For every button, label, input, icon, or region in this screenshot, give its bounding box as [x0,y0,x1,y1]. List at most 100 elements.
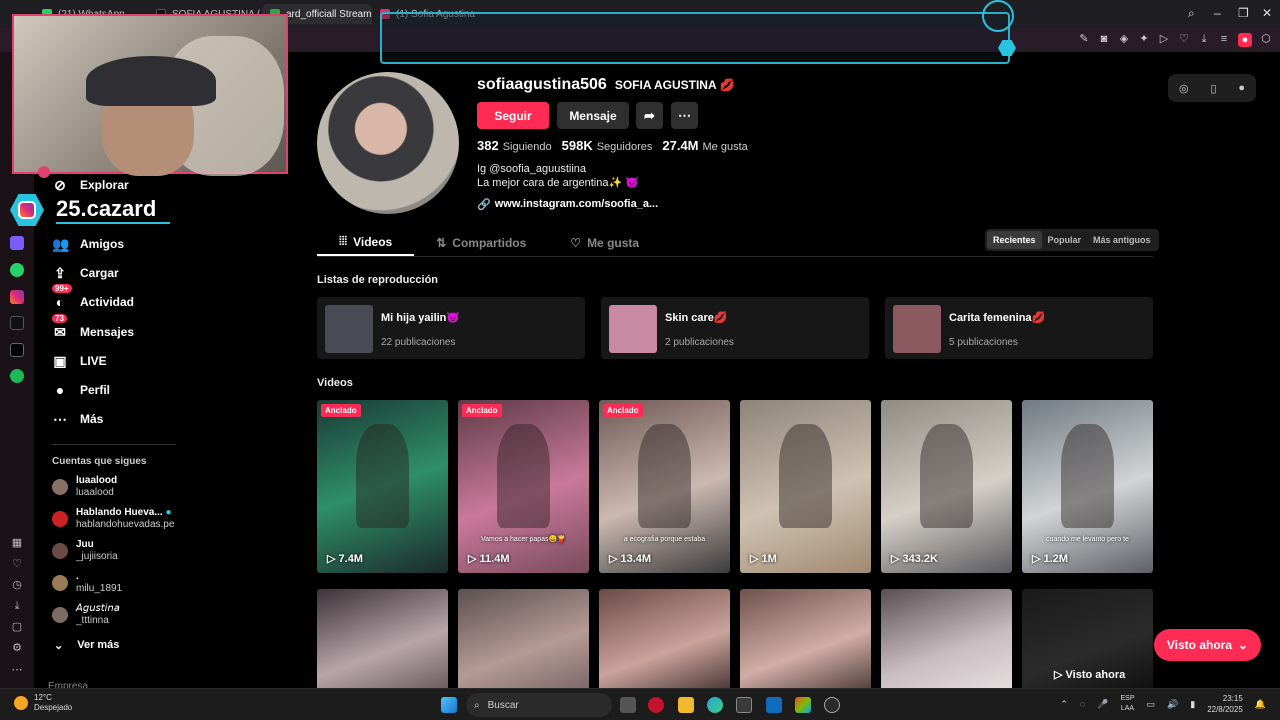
following-item[interactable]: . milu_1891 [52,571,122,595]
language-indicator[interactable]: ESP LAA [1120,694,1134,714]
history-icon[interactable]: ◷ [11,579,23,591]
chevron-up-icon[interactable]: ⌃ [1060,699,1068,710]
tab-videos[interactable]: ⦙⦙⦙ Videos [317,229,415,256]
copilot-icon[interactable] [795,697,811,713]
nav-messages[interactable]: ✉ 73 Mensajes [52,313,134,343]
folder-icon[interactable] [678,697,694,713]
message-button[interactable]: Mensaje [557,102,629,129]
opera-icon[interactable] [648,697,664,713]
box-icon[interactable]: ▢ [11,621,23,633]
following-item[interactable]: Juu _jujiisoria [52,539,118,563]
following-item[interactable]: luaalood luaalood [52,475,117,499]
windows-start-icon[interactable] [441,697,457,713]
video-card[interactable] [881,589,1012,688]
nav-upload[interactable]: ⇪ Cargar [52,262,119,284]
video-card[interactable] [599,589,730,688]
following-stat[interactable]: 382 Siguiendo [477,138,552,153]
restore-icon[interactable]: ❐ [1238,6,1249,20]
nav-live[interactable]: ▣ LIVE [52,350,106,372]
see-more-button[interactable]: ⌄ Ver más [54,639,119,652]
tab-liked[interactable]: ♡ Me gusta [548,229,661,256]
app-icon[interactable] [10,236,24,250]
nav-activity[interactable]: ◐ 99+ Actividad [52,284,134,313]
network-icon[interactable]: ◌ [1080,699,1085,709]
video-card[interactable]: ▷ 1M [740,400,871,573]
microphone-icon[interactable]: 🎤 [1097,699,1108,710]
profile-icon[interactable]: ● [1238,33,1252,47]
watched-now-button[interactable]: Visto ahora ⌄ [1154,629,1261,661]
playlist-card[interactable]: Mi hija yailin😈 22 publicaciones [317,297,585,359]
nav-profile[interactable]: ● Perfil [52,379,110,401]
nav-friends[interactable]: 👥 Amigos [52,233,124,255]
edge-icon[interactable] [707,697,723,713]
volume-icon[interactable]: 🔊 [1167,699,1178,710]
grid-icon[interactable]: ▦ [11,537,23,549]
x-icon[interactable] [10,343,24,357]
video-card[interactable]: ▷ 343.2K [881,400,1012,573]
more-icon: ⋯ [53,410,67,427]
heart-icon[interactable]: ♡ [11,558,23,570]
compass-icon[interactable]: ◎ [1179,82,1189,95]
store-icon[interactable] [736,697,752,713]
profile-avatar [317,72,459,214]
clock[interactable]: 23:15 22/8/2025 [1207,693,1243,715]
video-card[interactable] [317,589,448,688]
sort-oldest[interactable]: Más antiguos [1087,231,1157,249]
profile-link[interactable]: 🔗 www.instagram.com/soofia_a... [477,198,658,211]
weather-widget[interactable]: 12°C Despejado [14,693,72,713]
whatsapp-icon[interactable] [10,263,24,277]
spotify-icon[interactable] [10,369,24,383]
search-icon[interactable]: ⌕ [1188,6,1195,21]
menu-icon[interactable]: ≡ [1218,33,1230,45]
video-card[interactable] [740,589,871,688]
video-card[interactable] [458,589,589,688]
more-options-icon[interactable]: ⋯ [671,102,698,129]
sort-recent[interactable]: Recientes [987,231,1042,249]
cube-icon[interactable]: ⬡ [1260,33,1272,45]
shield-icon[interactable]: ◈ [1118,33,1130,45]
chevron-down-icon: ⌄ [54,640,64,652]
sort-popular[interactable]: Popular [1042,231,1088,249]
download-icon[interactable]: ⤓ [1198,33,1210,45]
avatar [52,479,68,495]
task-view-icon[interactable] [620,697,636,713]
nav-explore[interactable]: ⊘ Explorar [52,174,129,196]
extension-icon[interactable]: ✦ [1138,33,1150,45]
play-icon[interactable]: ▷ [1158,33,1170,45]
avatar[interactable]: ● [1238,82,1245,94]
follow-button[interactable]: Seguir [477,102,549,129]
notification-icon[interactable]: 🔔 [1255,699,1266,710]
video-views: ▷ 13.4M [609,553,652,565]
video-card[interactable]: cuando me levanto pero te ▷ 1.2M [1022,400,1153,573]
battery-icon[interactable]: ▮ [1190,699,1195,710]
outlook-icon[interactable] [766,697,782,713]
instagram-icon[interactable] [10,290,24,304]
camera-icon[interactable]: ◙ [1098,33,1110,45]
tiktok-icon[interactable] [10,316,24,330]
video-card[interactable]: Anclado a ecografia porque estaba ▷ 13.4M [599,400,730,573]
tab-shared[interactable]: ⇅ Compartidos [414,229,548,256]
edit-icon[interactable]: ✎ [1078,33,1090,45]
device-icon[interactable]: ▯ [1210,82,1216,95]
video-card[interactable]: Anclado Vamos a hacer papas😄🍟 ▷ 11.4M [458,400,589,573]
close-window-icon[interactable]: ✕ [1262,6,1272,20]
share-icon[interactable]: ➦ [636,102,663,129]
nav-more[interactable]: ⋯ Más [52,408,103,430]
heart-icon[interactable]: ♡ [1178,33,1190,45]
settings-icon[interactable]: ⚙ [11,642,23,654]
download-icon[interactable]: ⤓ [11,600,23,612]
minimize-icon[interactable]: – [1214,6,1221,20]
more-icon[interactable]: ⋯ [11,664,23,676]
following-item[interactable]: Hablando Huevа... ● hablandohuevadas.pe [52,507,174,531]
playlist-card[interactable]: Carita femenina💋 5 publicaciones [885,297,1153,359]
following-item[interactable]: 𝘈𝘨𝘶𝘴𝘵𝘪𝘯𝘢 _tttinna [52,603,120,627]
system-tray: ⌃ ◌ 🎤 ESP LAA ▭ 🔊 ▮ 23:15 22/8/2025 🔔 [1060,693,1266,715]
followers-stat[interactable]: 598K Seguidores [562,138,653,153]
monitor-icon[interactable]: ▭ [1147,699,1156,710]
playlist-card[interactable]: Skin care💋 2 publicaciones [601,297,869,359]
playlists-heading: Listas de reproducción [317,274,439,286]
taskbar-search[interactable]: ⌕ Buscar [466,693,612,717]
video-card[interactable]: Anclado ▷ 7.4M [317,400,448,573]
obs-icon[interactable] [824,697,840,713]
following-user: _jujiisoria [76,551,118,562]
